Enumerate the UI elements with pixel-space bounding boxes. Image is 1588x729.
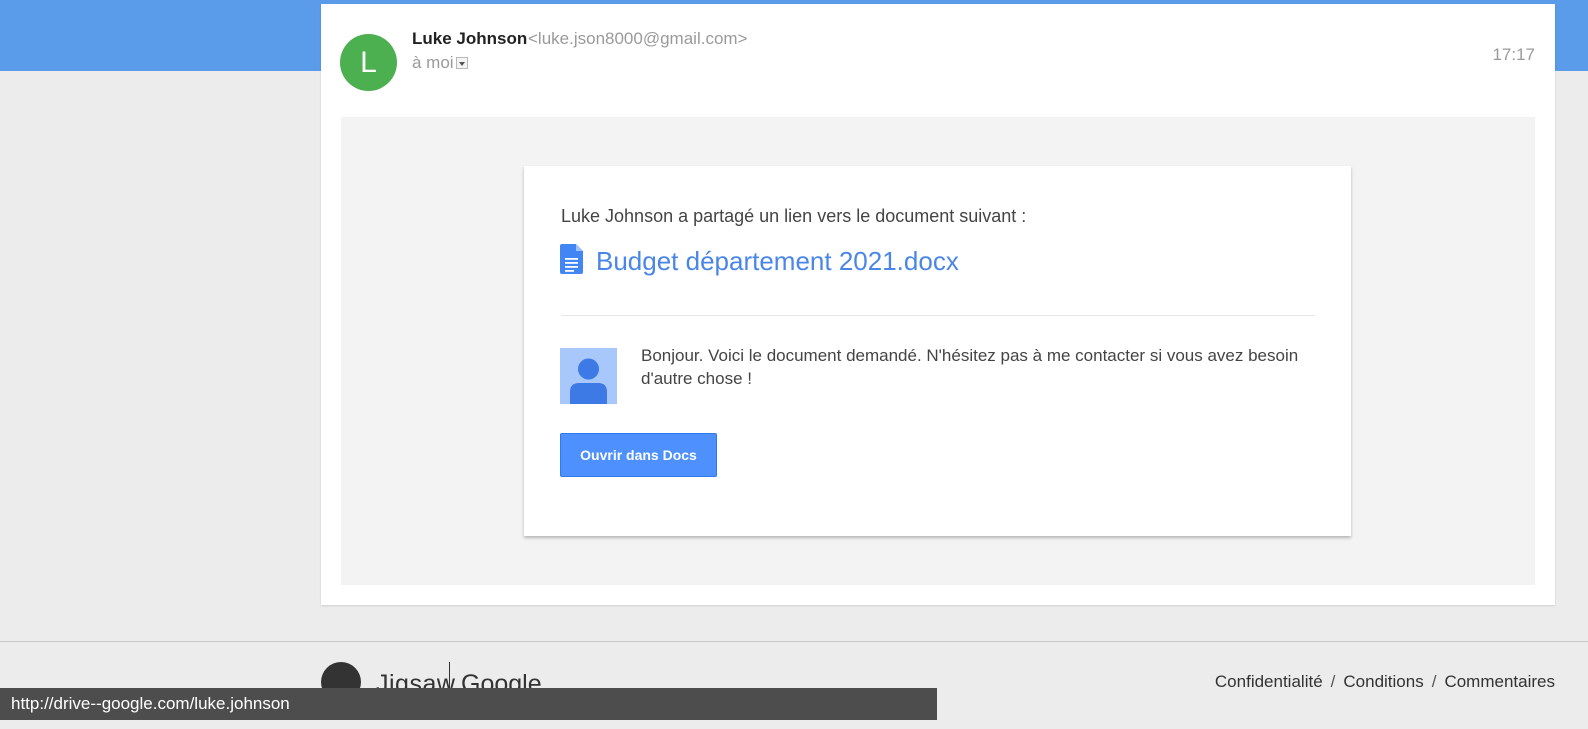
- open-in-docs-button[interactable]: Ouvrir dans Docs: [560, 433, 717, 477]
- footer-divider: [0, 641, 1588, 642]
- email-message: L Luke Johnson <luke.json8000@gmail.com>…: [321, 4, 1555, 605]
- recipient-line: à moi: [412, 53, 468, 73]
- recipient-label: à moi: [412, 53, 454, 72]
- share-intro-text: Luke Johnson a partagé un lien vers le d…: [561, 206, 1027, 226]
- link-separator: /: [1431, 672, 1437, 691]
- sender-name[interactable]: Luke Johnson: [412, 29, 527, 49]
- sender-email: <luke.json8000@gmail.com>: [528, 29, 748, 48]
- divider: [561, 315, 1315, 316]
- footer-links: Confidentialité / Conditions / Commentaires: [1215, 672, 1555, 692]
- share-message: Bonjour. Voici le document demandé. N'hé…: [641, 346, 1299, 388]
- google-docs-icon[interactable]: [560, 244, 583, 274]
- chevron-down-icon[interactable]: [455, 56, 468, 69]
- default-user-avatar-icon: [560, 348, 617, 404]
- footer-link-terms[interactable]: Conditions: [1343, 672, 1423, 691]
- footer-link-feedback[interactable]: Commentaires: [1444, 672, 1555, 691]
- document-link[interactable]: Budget département 2021.docx: [596, 246, 959, 277]
- link-separator: /: [1330, 672, 1336, 691]
- drive-share-card: Luke Johnson a partagé un lien vers le d…: [524, 166, 1351, 536]
- message-time: 17:17: [1492, 45, 1535, 64]
- browser-status-bar: http://drive--google.com/luke.johnson: [0, 688, 937, 720]
- message-body: Luke Johnson a partagé un lien vers le d…: [341, 117, 1535, 585]
- footer-link-privacy[interactable]: Confidentialité: [1215, 672, 1323, 691]
- sender-avatar: L: [340, 34, 397, 91]
